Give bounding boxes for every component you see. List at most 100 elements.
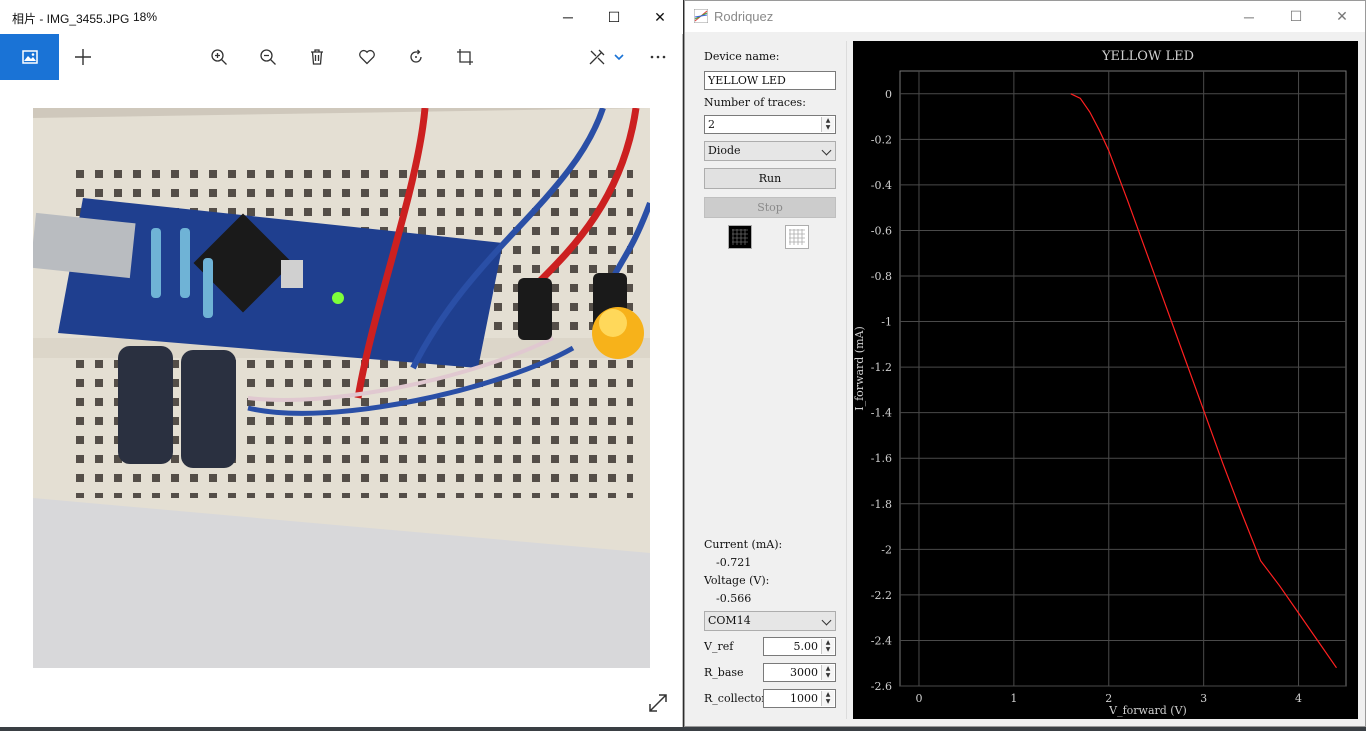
zoom-out-button[interactable]	[245, 34, 291, 80]
rbase-input[interactable]: 3000 ▲ ▼	[763, 663, 836, 682]
zoom-out-icon	[260, 49, 276, 65]
photos-zoom-level: 18%	[133, 10, 158, 24]
view-photo-button[interactable]	[0, 34, 59, 80]
rotate-button[interactable]	[393, 34, 439, 80]
y-tick-label: -0.4	[871, 179, 892, 192]
heart-icon	[359, 49, 375, 65]
y-tick-label: -2.4	[871, 634, 892, 647]
x-tick-label: 1	[1010, 692, 1017, 705]
spin-down-icon: ▼	[825, 698, 831, 705]
rcollector-input[interactable]: 1000 ▲ ▼	[763, 689, 836, 708]
y-tick-label: -2.6	[871, 680, 892, 693]
iv-plot: 0 -0.2 -0.4 -0.6 -0.8 -1 -1.2 -1.4 -1.6 -1.8 -2 -2.…	[853, 41, 1358, 719]
x-tick-label: 3	[1200, 692, 1207, 705]
spin-up-icon: ▲	[825, 665, 831, 672]
port-value: COM14	[708, 614, 751, 627]
trash-icon	[311, 49, 323, 65]
app-icon	[694, 9, 708, 23]
desktop: 相片 - IMG_3455.JPG 18% ─ ☐ ✕ Rodriquez ─ …	[0, 0, 1366, 731]
device-type-select[interactable]: Diode	[704, 141, 836, 161]
spin-down-icon: ▼	[825, 124, 831, 131]
plot-frame	[899, 70, 1347, 687]
rotate-icon	[410, 49, 422, 63]
y-tick-label: -1.2	[871, 361, 892, 374]
y-tick-label: -2.2	[871, 589, 892, 602]
y-tick-label: -1.8	[871, 498, 892, 511]
voltage-label: Voltage (V):	[704, 574, 770, 587]
photos-window: 相片 - IMG_3455.JPG 18% ─ ☐ ✕	[0, 0, 683, 727]
chart-title: YELLOW LED	[1101, 49, 1194, 64]
traces-value: 2	[708, 118, 715, 131]
voltage-value: -0.566	[716, 592, 752, 605]
run-button[interactable]: Run	[704, 168, 836, 189]
crop-button[interactable]	[442, 34, 488, 80]
favorite-button[interactable]	[344, 34, 390, 80]
delete-button[interactable]	[294, 34, 340, 80]
photos-maximize-button[interactable]: ☐	[591, 0, 637, 34]
rodriquez-minimize-button[interactable]: ─	[1226, 1, 1272, 32]
more-options-button[interactable]	[635, 34, 681, 80]
vref-input[interactable]: 5.00 ▲ ▼	[763, 637, 836, 656]
vref-label: V_ref	[704, 640, 734, 653]
spin-up-icon: ▲	[825, 691, 831, 698]
y-tick-label: -1	[881, 316, 892, 329]
spin-up-icon: ▲	[825, 117, 831, 124]
dark-grid-button[interactable]	[728, 225, 752, 249]
edit-tools-icon	[589, 49, 605, 65]
image-icon	[21, 50, 38, 64]
y-axis-label: I_forward (mA)	[853, 326, 866, 411]
rcollector-label: R_collector	[704, 692, 767, 705]
traces-label: Number of traces:	[704, 96, 806, 109]
device-name-label: Device name:	[704, 50, 780, 63]
spin-down-icon: ▼	[825, 646, 831, 653]
y-tick-label: -0.6	[871, 224, 892, 237]
vref-spinner[interactable]: ▲ ▼	[821, 639, 834, 654]
zoom-in-button[interactable]	[196, 34, 242, 80]
rodriquez-close-button[interactable]: ✕	[1319, 1, 1365, 32]
iv-chart: 0 -0.2 -0.4 -0.6 -0.8 -1 -1.2 -1.4 -1.6 -1.8 -2 -2.…	[853, 49, 1347, 717]
traces-spinner[interactable]: ▲ ▼	[821, 117, 834, 132]
more-icon	[650, 55, 666, 59]
y-tick-label: -1.4	[871, 407, 892, 420]
add-button[interactable]	[60, 34, 106, 80]
traces-input[interactable]: 2 ▲ ▼	[704, 115, 836, 134]
y-tick-label: -0.8	[871, 270, 892, 283]
port-select[interactable]: COM14	[704, 611, 836, 631]
y-tick-label: -0.2	[871, 133, 892, 146]
spin-down-icon: ▼	[825, 672, 831, 679]
rbase-spinner[interactable]: ▲ ▼	[821, 665, 834, 680]
rbase-label: R_base	[704, 666, 744, 679]
chevron-down-icon	[821, 145, 832, 156]
device-type-value: Diode	[708, 144, 741, 157]
vref-value: 5.00	[793, 640, 819, 653]
spin-up-icon: ▲	[825, 639, 831, 646]
device-name-input[interactable]: YELLOW LED	[704, 71, 836, 90]
edit-create-button[interactable]	[580, 34, 632, 80]
photos-toolbar	[0, 34, 683, 80]
rodriquez-maximize-button[interactable]: ☐	[1273, 1, 1319, 32]
expand-button[interactable]	[646, 691, 670, 715]
rodriquez-window: Rodriquez ─ ☐ ✕ Device name: YELLOW LED …	[684, 0, 1366, 727]
x-tick-label: 4	[1295, 692, 1302, 705]
rodriquez-titlebar: Rodriquez ─ ☐ ✕	[685, 1, 1365, 32]
photos-title: 相片 - IMG_3455.JPG	[12, 12, 130, 26]
zoom-in-icon	[211, 49, 227, 65]
crop-icon	[457, 49, 473, 65]
chevron-down-icon	[614, 54, 624, 61]
taskbar-edge	[0, 727, 1366, 731]
expand-icon	[649, 694, 667, 712]
control-panel: Device name: YELLOW LED Number of traces…	[694, 41, 847, 719]
plus-icon	[75, 49, 91, 65]
stop-button[interactable]: Stop	[704, 197, 836, 218]
y-tick-label: -2	[881, 543, 892, 556]
photos-titlebar: 相片 - IMG_3455.JPG 18% ─ ☐ ✕	[0, 0, 683, 34]
dark-grid-icon	[732, 229, 748, 245]
photos-close-button[interactable]: ✕	[637, 0, 683, 34]
light-grid-button[interactable]	[785, 225, 809, 249]
breadboard-photo	[33, 108, 650, 668]
photos-minimize-button[interactable]: ─	[545, 0, 591, 34]
y-tick-label: -1.6	[871, 452, 892, 465]
rcollector-spinner[interactable]: ▲ ▼	[821, 691, 834, 706]
current-label: Current (mA):	[704, 538, 783, 551]
current-value: -0.721	[716, 556, 752, 569]
